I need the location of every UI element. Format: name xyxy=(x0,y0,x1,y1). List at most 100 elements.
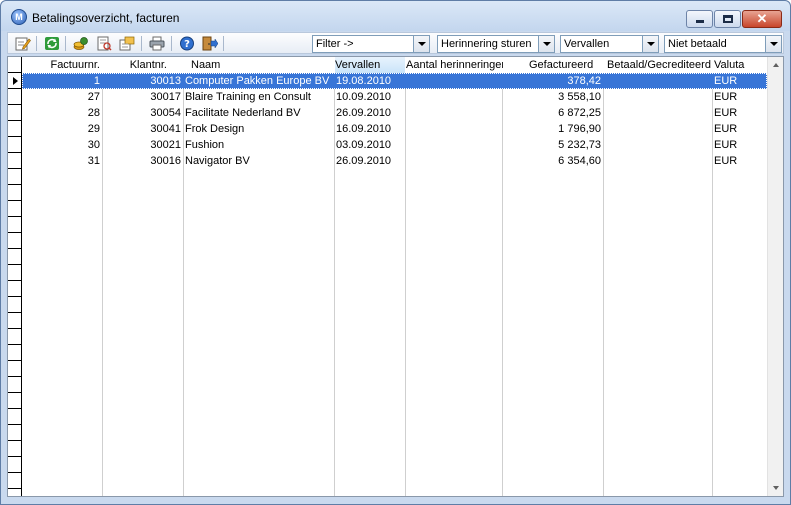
empty-row-indicator xyxy=(8,169,22,185)
exit-icon xyxy=(202,36,218,51)
column-header-currency[interactable]: Valuta xyxy=(714,57,764,73)
invoice-table[interactable]: Factuurnr. Klantnr. Naam Vervallen Aanta… xyxy=(7,56,784,497)
scroll-up-icon[interactable] xyxy=(768,57,783,74)
maximize-button[interactable] xyxy=(714,10,741,28)
column-header-customer-number[interactable]: Klantnr. xyxy=(103,57,167,73)
row-indicator[interactable] xyxy=(8,73,22,89)
coins-icon xyxy=(73,37,88,50)
customer-number-cell: 30013 xyxy=(150,75,181,87)
empty-row-indicator xyxy=(8,425,22,441)
empty-row-indicator xyxy=(8,393,22,409)
window-title: Betalingsoverzicht, facturen xyxy=(32,11,180,25)
column-header-name[interactable]: Naam xyxy=(191,57,331,73)
table-row[interactable]: 1 30013 Computer Pakken Europe BV 19.08.… xyxy=(22,73,767,89)
toolbar-separator xyxy=(65,36,66,51)
invoice-number-cell: 30 xyxy=(87,139,100,151)
toolbar-separator xyxy=(141,36,142,51)
invoiced-cell: 3 558,10 xyxy=(558,91,601,103)
table-row[interactable]: 31 30016 Navigator BV 26.09.2010 6 354,6… xyxy=(22,153,767,169)
help-button[interactable]: ? xyxy=(178,35,196,52)
invoiced-cell: 6 354,60 xyxy=(558,155,601,167)
print-icon xyxy=(149,36,165,51)
reminder-select[interactable]: Herinnering sturen xyxy=(437,35,555,53)
invoiced-cell: 1 796,90 xyxy=(558,123,601,135)
row-indicator[interactable] xyxy=(8,153,22,169)
empty-row-indicator xyxy=(8,201,22,217)
empty-row-indicator xyxy=(8,457,22,473)
table-row[interactable]: 27 30017 Blaire Training en Consult 10.0… xyxy=(22,89,767,105)
empty-row-indicator xyxy=(8,265,22,281)
customer-number-cell: 30021 xyxy=(150,139,181,151)
customer-number-cell: 30017 xyxy=(150,91,181,103)
scroll-down-icon[interactable] xyxy=(768,479,783,496)
payments-button[interactable] xyxy=(72,35,90,52)
invoice-number-cell: 27 xyxy=(87,91,100,103)
column-header-invoice-number[interactable]: Factuurnr. xyxy=(22,57,100,73)
close-button[interactable]: ✕ xyxy=(742,10,782,28)
payment-status-select[interactable]: Niet betaald xyxy=(664,35,782,53)
invoice-number-cell: 28 xyxy=(87,107,100,119)
view-document-button[interactable] xyxy=(95,35,113,52)
currency-cell: EUR xyxy=(714,155,738,167)
invoiced-cell: 6 872,25 xyxy=(558,107,601,119)
name-cell: Computer Pakken Europe BV xyxy=(185,75,330,87)
row-indicator[interactable] xyxy=(8,89,22,105)
row-indicator[interactable] xyxy=(8,121,22,137)
title-bar[interactable]: M Betalingsoverzicht, facturen ✕ xyxy=(1,1,790,31)
empty-row-indicator xyxy=(8,313,22,329)
app-logo-icon[interactable]: M xyxy=(11,9,27,25)
empty-row-indicator xyxy=(8,217,22,233)
name-cell: Navigator BV xyxy=(185,155,250,167)
due-status-select[interactable]: Vervallen xyxy=(560,35,659,53)
edit-button[interactable] xyxy=(14,35,32,52)
paid-cell xyxy=(603,121,712,137)
paid-cell xyxy=(603,105,712,121)
column-header-reminders[interactable]: Aantal herinneringen xyxy=(406,57,503,73)
currency-cell: EUR xyxy=(714,139,738,151)
svg-text:?: ? xyxy=(184,39,190,50)
column-header-invoiced[interactable]: Gefactureerd xyxy=(529,57,599,73)
chevron-down-icon[interactable] xyxy=(538,36,554,52)
edit-icon xyxy=(15,37,31,51)
empty-row-indicator xyxy=(8,185,22,201)
chevron-down-icon[interactable] xyxy=(642,36,658,52)
column-header-paid-credited[interactable]: Betaald/Gecrediteerd xyxy=(607,57,717,73)
empty-row-indicator xyxy=(8,377,22,393)
exit-button[interactable] xyxy=(201,35,219,52)
customer-number-cell: 30016 xyxy=(150,155,181,167)
row-indicator[interactable] xyxy=(8,105,22,121)
toolbar-separator xyxy=(223,36,224,51)
minimize-button[interactable] xyxy=(686,10,713,28)
refresh-button[interactable] xyxy=(43,35,61,52)
currency-cell: EUR xyxy=(714,75,738,87)
invoice-number-cell: 29 xyxy=(87,123,100,135)
paid-cell xyxy=(603,137,712,153)
paid-cell xyxy=(603,153,712,169)
refresh-icon xyxy=(45,37,59,50)
chevron-down-icon[interactable] xyxy=(413,36,429,52)
close-icon: ✕ xyxy=(756,11,768,26)
table-row[interactable]: 28 30054 Facilitate Nederland BV 26.09.2… xyxy=(22,105,767,121)
reminders-cell xyxy=(405,153,502,169)
payment-status-select-value: Niet betaald xyxy=(668,38,727,50)
chevron-down-icon[interactable] xyxy=(765,36,781,52)
reminder-select-value: Herinnering sturen xyxy=(441,38,532,50)
due-date-cell: 26.09.2010 xyxy=(336,107,392,119)
row-indicator[interactable] xyxy=(8,137,22,153)
name-cell: Frok Design xyxy=(185,123,245,135)
customer-number-cell: 30054 xyxy=(150,107,181,119)
due-date-cell: 03.09.2010 xyxy=(336,139,392,151)
export-button[interactable] xyxy=(118,35,136,52)
filter-select[interactable]: Filter -> xyxy=(312,35,430,53)
name-cell: Fushion xyxy=(185,139,225,151)
column-header-due-date[interactable]: Vervallen xyxy=(335,57,405,73)
currency-cell: EUR xyxy=(714,123,738,135)
name-cell: Blaire Training en Consult xyxy=(185,91,311,103)
reminders-cell xyxy=(405,121,502,137)
table-row[interactable]: 29 30041 Frok Design 16.09.2010 1 796,90… xyxy=(22,121,767,137)
reminders-cell xyxy=(405,89,502,105)
empty-row-indicator xyxy=(8,409,22,425)
vertical-scrollbar[interactable] xyxy=(767,57,783,496)
table-row[interactable]: 30 30021 Fushion 03.09.2010 5 232,73 EUR xyxy=(22,137,767,153)
print-button[interactable] xyxy=(148,35,166,52)
